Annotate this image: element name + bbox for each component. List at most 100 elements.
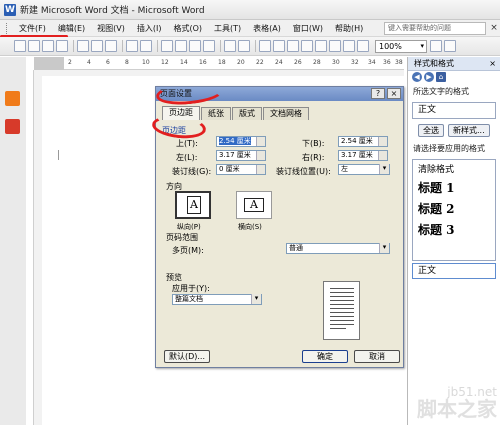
email-icon[interactable] [77,40,89,52]
menu-edit[interactable]: 编辑(E) [52,21,91,36]
multiple-pages-select[interactable]: 普通 [286,243,390,254]
menu-window[interactable]: 窗口(W) [287,21,329,36]
top-margin-input[interactable]: 2.54 厘米 [216,136,266,147]
tab-document-grid[interactable]: 文档网格 [263,107,309,120]
undo-icon[interactable] [224,40,236,52]
top-margin-value: 2.54 厘米 [219,137,251,145]
permission-icon[interactable] [56,40,68,52]
gutter-position-select[interactable]: 左 [338,164,390,175]
print-preview-icon[interactable] [105,40,117,52]
portrait-label: 纵向(P) [177,223,201,231]
ruler-number: 32 [351,59,359,66]
task-pane-close-icon[interactable]: × [489,57,496,71]
vertical-ruler[interactable] [26,70,34,425]
preview-line [330,312,354,313]
style-normal[interactable]: 正文 [412,263,496,279]
preview-line [330,324,354,325]
style-heading-3[interactable]: 标题 3 [413,219,495,240]
new-style-button[interactable]: 新样式... [448,124,490,137]
new-document-icon[interactable] [14,40,26,52]
menu-file[interactable]: 文件(F) [13,21,52,36]
menu-format[interactable]: 格式(O) [167,21,208,36]
columns-icon[interactable] [315,40,327,52]
task-pane-header: 样式和格式 × [408,57,500,71]
right-margin-input[interactable]: 3.17 厘米 [338,150,388,161]
preview-line [330,320,354,321]
task-pane-buttons: 全选 新样式... [408,121,500,140]
horizontal-ruler[interactable]: 2 4 6 8 10 12 14 16 18 20 22 24 26 28 30… [34,57,404,70]
ruler-number: 38 [395,59,403,66]
landscape-option[interactable]: A [236,191,272,219]
ok-button[interactable]: 确定 [302,350,348,363]
style-list: 清除格式 标题 1 标题 2 标题 3 [412,159,496,261]
apply-format-label: 请选择要应用的格式 [413,144,485,153]
preview-line [330,328,346,329]
preview-line [330,288,354,289]
menu-view[interactable]: 视图(V) [91,21,131,36]
preview-group-title: 预览 [166,273,182,282]
hyperlink-icon[interactable] [259,40,271,52]
drawing-icon[interactable] [329,40,341,52]
standard-toolbar: 100% [0,37,500,56]
menu-insert[interactable]: 插入(I) [131,21,168,36]
document-close-icon[interactable]: × [488,23,500,33]
side-red-icon[interactable] [5,119,20,134]
menu-tools[interactable]: 工具(T) [208,21,247,36]
insert-table-icon[interactable] [287,40,299,52]
help-search-input[interactable]: 键入需要帮助的问题 [384,21,486,35]
format-painter-icon[interactable] [203,40,215,52]
preview-line [330,300,354,301]
print-icon[interactable] [91,40,103,52]
read-mode-icon[interactable] [444,40,456,52]
preview-page [323,281,360,340]
research-icon[interactable] [140,40,152,52]
left-side-strip [0,57,26,425]
current-format-box[interactable]: 正文 [412,102,496,119]
gutter-input[interactable]: 0 厘米 [216,164,266,175]
open-icon[interactable] [28,40,40,52]
tab-paper[interactable]: 纸张 [201,107,231,120]
back-icon[interactable]: ◀ [412,72,422,82]
help-icon[interactable] [430,40,442,52]
style-heading-1[interactable]: 标题 1 [413,177,495,198]
bottom-margin-label: 下(B): [302,139,325,148]
zoom-select[interactable]: 100% [375,39,427,53]
ruler-number: 26 [294,59,302,66]
forward-icon[interactable]: ▶ [424,72,434,82]
spelling-icon[interactable] [126,40,138,52]
tab-layout[interactable]: 版式 [232,107,262,120]
cut-icon[interactable] [161,40,173,52]
default-button[interactable]: 默认(D)... [164,350,210,363]
landscape-page-icon: A [244,198,264,212]
menu-help[interactable]: 帮助(H) [329,21,369,36]
select-all-button[interactable]: 全选 [418,124,444,137]
home-icon[interactable]: ⌂ [436,72,446,82]
bottom-margin-input[interactable]: 2.54 厘米 [338,136,388,147]
portrait-option[interactable]: A [175,191,211,219]
dialog-close-button[interactable]: × [387,88,401,99]
paste-icon[interactable] [189,40,201,52]
gutter-label: 装订线(G): [172,167,212,176]
ruler-number: 34 [368,59,376,66]
ruler-number: 6 [106,59,110,66]
copy-icon[interactable] [175,40,187,52]
toolbar-separator [73,40,74,52]
style-heading-2[interactable]: 标题 2 [413,198,495,219]
preview-line [330,296,354,297]
save-icon[interactable] [42,40,54,52]
task-pane-title: 样式和格式 [414,59,454,68]
apply-to-select[interactable]: 整篇文档 [172,294,262,305]
preview-line [330,292,354,293]
show-hide-icon[interactable] [357,40,369,52]
insert-excel-icon[interactable] [301,40,313,52]
document-map-icon[interactable] [343,40,355,52]
ruler-number: 30 [332,59,340,66]
redo-icon[interactable] [238,40,250,52]
dialog-help-button[interactable]: ? [371,88,385,99]
style-clear-formatting[interactable]: 清除格式 [413,160,495,177]
side-orange-icon[interactable] [5,91,20,106]
menu-table[interactable]: 表格(A) [247,21,287,36]
cancel-button[interactable]: 取消 [354,350,400,363]
left-margin-input[interactable]: 3.17 厘米 [216,150,266,161]
tables-borders-icon[interactable] [273,40,285,52]
